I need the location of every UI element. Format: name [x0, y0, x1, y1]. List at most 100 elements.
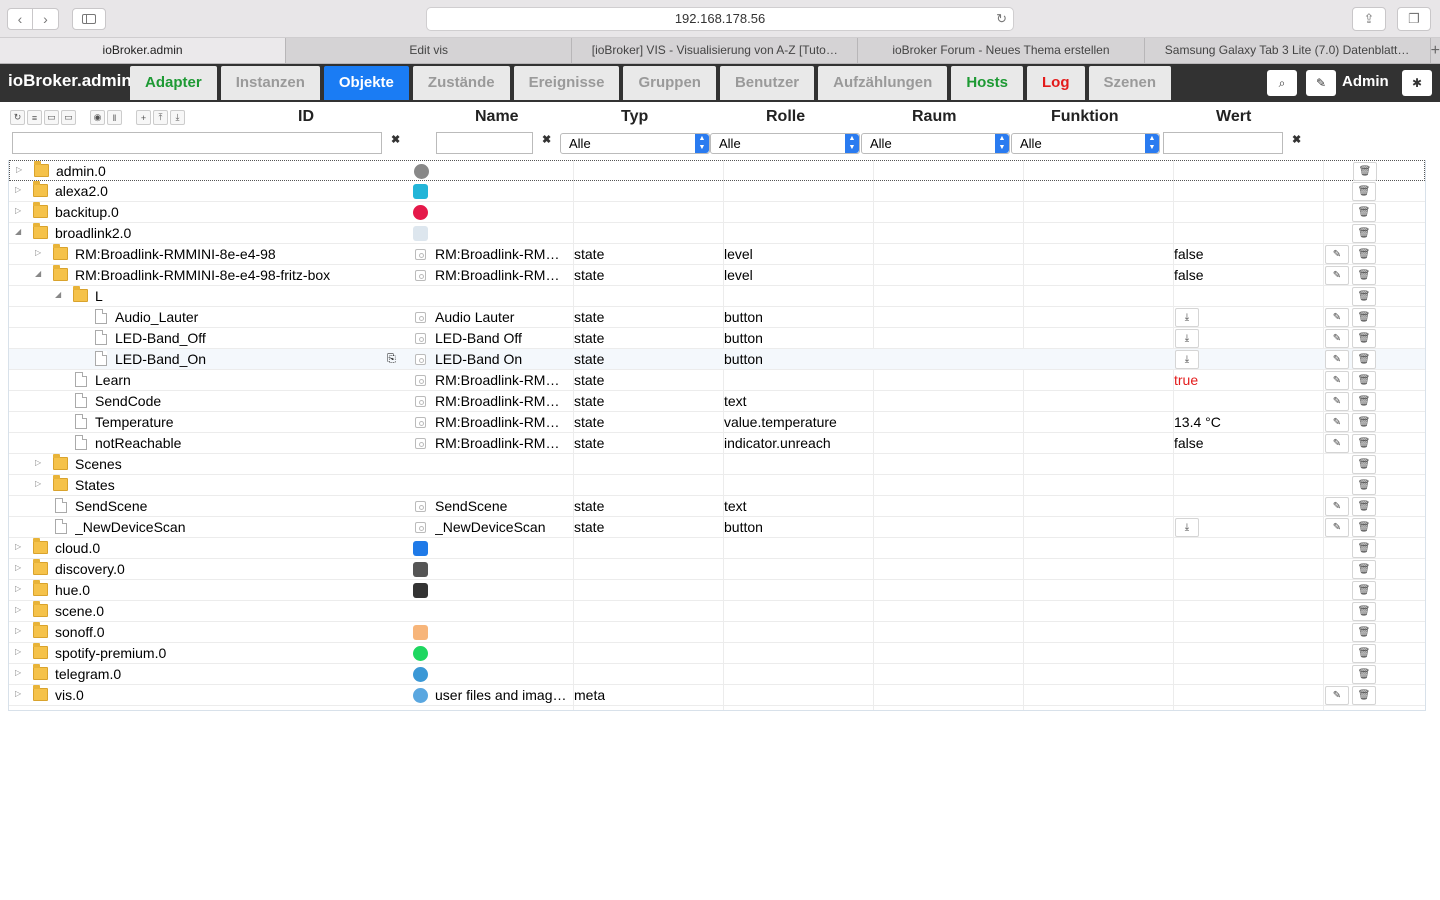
name-filter-input[interactable] [436, 132, 533, 154]
expanded-arrow-icon[interactable]: ◢ [15, 227, 21, 236]
column-name[interactable]: Name [475, 108, 519, 126]
expanded-arrow-icon[interactable]: ◢ [35, 269, 41, 278]
edit-icon[interactable]: ✎ [1325, 266, 1349, 285]
tree-row[interactable]: ▷ telegram.0 🗑 [9, 664, 1425, 685]
tree-row[interactable]: ▷ backitup.0 🗑 [9, 202, 1425, 223]
collapsed-arrow-icon[interactable]: ▷ [15, 542, 21, 551]
user-icon[interactable]: ◉ [90, 110, 105, 125]
collapsed-arrow-icon[interactable]: ▷ [15, 206, 21, 215]
trigger-button[interactable]: ⤓ [1175, 350, 1199, 369]
tab-ereignisse[interactable]: Ereignisse [513, 66, 620, 100]
collapsed-arrow-icon[interactable]: ▷ [15, 563, 21, 572]
collapsed-arrow-icon[interactable]: ▷ [15, 626, 21, 635]
trigger-button[interactable]: ⤓ [1175, 329, 1199, 348]
tab-objekte[interactable]: Objekte [323, 66, 409, 100]
column-rolle[interactable]: Rolle [766, 108, 805, 126]
delete-icon[interactable]: 🗑 [1352, 455, 1376, 474]
tree-row[interactable]: SendScene SendScene state text ✎ 🗑 [9, 496, 1425, 517]
reload-icon[interactable]: ↻ [996, 8, 1007, 30]
column-typ[interactable]: Typ [621, 108, 648, 126]
collapsed-arrow-icon[interactable]: ▷ [35, 479, 41, 488]
settings-icon[interactable]: ✱ [1402, 70, 1432, 96]
edit-icon[interactable]: ✎ [1306, 70, 1336, 96]
address-bar[interactable]: 192.168.178.56 ↻ [426, 7, 1014, 31]
refresh-icon[interactable]: ↻ [10, 110, 25, 125]
delete-icon[interactable]: 🗑 [1352, 665, 1376, 684]
collapsed-arrow-icon[interactable]: ▷ [35, 248, 41, 257]
browser-tab[interactable]: ioBroker Forum - Neues Thema erstellen [858, 38, 1145, 63]
clipboard-icon[interactable]: ⎘ [387, 351, 396, 368]
search-icon[interactable]: ⌕ [1267, 70, 1297, 96]
tree-row[interactable]: ▷ RM:Broadlink-RMMINI-8e-e4-98 RM:Broadlin… [9, 244, 1425, 265]
collapsed-arrow-icon[interactable]: ▷ [15, 668, 21, 677]
tab-adapter[interactable]: Adapter [130, 66, 217, 100]
delete-icon[interactable]: 🗑 [1352, 350, 1376, 369]
delete-icon[interactable]: 🗑 [1352, 224, 1376, 243]
tab-instanzen[interactable]: Instanzen [220, 66, 320, 100]
browser-tab[interactable]: [ioBroker] VIS - Visualisierung von A-Z … [572, 38, 859, 63]
delete-icon[interactable]: 🗑 [1352, 497, 1376, 516]
typ-filter-select[interactable]: Alle ▲ ▼ [560, 133, 710, 154]
delete-icon[interactable]: 🗑 [1352, 686, 1376, 705]
expanded-arrow-icon[interactable]: ◢ [55, 290, 61, 299]
tab-zustaende[interactable]: Zustände [412, 66, 510, 100]
tree-row[interactable]: LED-Band_On ⎘ LED-Band On state button ⤓ ✎ 🗑 [9, 349, 1425, 370]
trigger-button[interactable]: ⤓ [1175, 308, 1199, 327]
delete-icon[interactable]: 🗑 [1353, 162, 1377, 181]
tree-row[interactable]: Temperature RM:Broadlink-RMM… state value.t… [9, 412, 1425, 433]
tree-row[interactable]: ◢ RM:Broadlink-RMMINI-8e-e4-98-fritz-box R… [9, 265, 1425, 286]
column-funktion[interactable]: Funktion [1051, 108, 1119, 126]
raum-filter-select[interactable]: Alle ▲ ▼ [861, 133, 1010, 154]
delete-icon[interactable]: 🗑 [1352, 539, 1376, 558]
tree-row[interactable]: ▷ cloud.0 🗑 [9, 538, 1425, 559]
collapsed-arrow-icon[interactable]: ▷ [15, 605, 21, 614]
edit-icon[interactable]: ✎ [1325, 434, 1349, 453]
collapsed-arrow-icon[interactable]: ▷ [35, 458, 41, 467]
tree-row[interactable]: notReachable RM:Broadlink-RMM… state indica… [9, 433, 1425, 454]
tree-row[interactable]: ◢ L 🗑 [9, 286, 1425, 307]
list-icon[interactable]: ≡ [27, 110, 42, 125]
delete-icon[interactable]: 🗑 [1352, 203, 1376, 222]
tree-row[interactable]: ▷ spotify-premium.0 🗑 [9, 643, 1425, 664]
columns-icon[interactable]: ‖ [107, 110, 122, 125]
collapsed-arrow-icon[interactable]: ▷ [15, 185, 21, 194]
back-icon[interactable]: ‹ [7, 8, 33, 30]
add-icon[interactable]: + [136, 110, 151, 125]
delete-icon[interactable]: 🗑 [1352, 644, 1376, 663]
delete-icon[interactable]: 🗑 [1352, 245, 1376, 264]
tree-row[interactable]: Learn RM:Broadlink-RMM… state true ✎ 🗑 [9, 370, 1425, 391]
tree-row[interactable]: ▷ Scenes 🗑 [9, 454, 1425, 475]
tree-row[interactable]: ▷ hue.0 🗑 [9, 580, 1425, 601]
tree-row[interactable]: ▷ sonoff.0 🗑 [9, 622, 1425, 643]
edit-icon[interactable]: ✎ [1325, 392, 1349, 411]
delete-icon[interactable]: 🗑 [1352, 434, 1376, 453]
collapsed-arrow-icon[interactable]: ▷ [16, 165, 22, 174]
tree-row[interactable]: SendCode RM:Broadlink-RMM… state text ✎ 🗑 [9, 391, 1425, 412]
wert-filter-input[interactable] [1163, 132, 1283, 154]
delete-icon[interactable]: 🗑 [1352, 476, 1376, 495]
edit-icon[interactable]: ✎ [1325, 413, 1349, 432]
delete-icon[interactable]: 🗑 [1352, 413, 1376, 432]
id-filter-input[interactable] [12, 132, 382, 154]
sidebar-toggle-icon[interactable] [72, 8, 106, 30]
tab-gruppen[interactable]: Gruppen [623, 66, 716, 100]
tab-hosts[interactable]: Hosts [951, 66, 1023, 100]
browser-tab[interactable]: ioBroker.admin [0, 38, 287, 63]
edit-icon[interactable]: ✎ [1325, 308, 1349, 327]
share-icon[interactable]: ⇪ [1352, 7, 1386, 31]
delete-icon[interactable]: 🗑 [1352, 287, 1376, 306]
tabs-overview-icon[interactable]: ❐ [1397, 7, 1431, 31]
delete-icon[interactable]: 🗑 [1352, 560, 1376, 579]
tree-row[interactable]: _NewDeviceScan _NewDeviceScan state button ⤓… [9, 517, 1425, 538]
tree-row[interactable]: ▷ alexa2.0 🗑 [9, 181, 1425, 202]
tree-row[interactable]: ▷ scene.0 🗑 [9, 601, 1425, 622]
delete-icon[interactable]: 🗑 [1352, 602, 1376, 621]
delete-icon[interactable]: 🗑 [1352, 581, 1376, 600]
tab-szenen[interactable]: Szenen [1088, 66, 1172, 100]
browser-tab[interactable]: Samsung Galaxy Tab 3 Lite (7.0) Datenbla… [1145, 38, 1431, 63]
tree-row[interactable]: Audio_Lauter Audio Lauter state button ⤓ ✎ 🗑 [9, 307, 1425, 328]
collapsed-arrow-icon[interactable]: ▷ [15, 689, 21, 698]
column-wert[interactable]: Wert [1216, 108, 1251, 126]
clear-name-filter-icon[interactable]: ✖ [542, 133, 551, 146]
column-raum[interactable]: Raum [912, 108, 956, 126]
